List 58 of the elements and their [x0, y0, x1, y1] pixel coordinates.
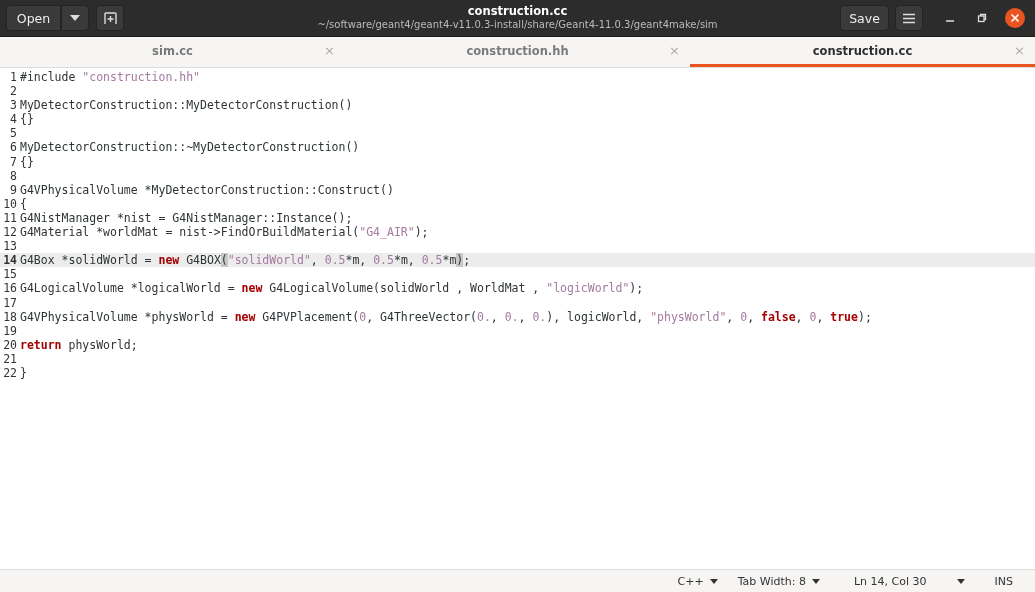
caret-icon — [811, 578, 820, 584]
line-number: 8 — [9, 168, 18, 183]
menu-button[interactable] — [895, 5, 923, 31]
line-number: 1 — [9, 70, 18, 85]
line-number: 14 — [2, 253, 18, 268]
line-number: 20 — [2, 337, 18, 352]
tab[interactable]: construction.cc × — [690, 37, 1035, 67]
code-line: G4Box *solidWorld = new G4BOX("solidWorld", 0.5*m, 0.5*m, 0.5*m); — [20, 253, 471, 268]
code-line: G4VPhysicalVolume *MyDetectorConstruction::Construct() — [20, 182, 394, 197]
code-line: G4NistManager *nist = G4NistManager::Instance(); — [20, 210, 353, 226]
tab-width-selector[interactable]: Tab Width: 8 — [727, 574, 830, 588]
line-number: 5 — [9, 126, 18, 141]
line-number: 16 — [2, 281, 18, 296]
code-line: G4Material *worldMat = nist->FindOrBuildMaterial("G4_AIR"); — [20, 225, 429, 240]
line-number: 13 — [2, 239, 18, 254]
tab[interactable]: construction.hh × — [345, 37, 690, 67]
code-line: MyDetectorConstruction::~MyDetectorConstruction() — [20, 140, 360, 155]
line-number: 7 — [9, 154, 18, 169]
code-line: {} — [20, 112, 34, 127]
cursor-position-selector[interactable]: Ln 14, Col 30 — [843, 574, 975, 588]
file-path: ~/software/geant4/geant4-v11.0.3-install/share/Geant4-11.0.3/geant4make/sim — [317, 18, 718, 31]
line-number: 21 — [2, 351, 18, 366]
restore-icon[interactable] — [977, 13, 987, 23]
code-line: { — [20, 196, 27, 211]
code-line: G4VPhysicalVolume *physWorld = new G4PVPlacement(0, G4ThreeVector(0., 0., 0.), logicWorld, "physWorld", 0, false, 0, true); — [20, 309, 872, 324]
window-title: construction.cc — [467, 5, 568, 18]
open-dropdown-button[interactable] — [61, 5, 89, 31]
tab[interactable]: sim.cc × — [0, 37, 345, 67]
line-number: 9 — [9, 182, 18, 197]
menu-icon — [903, 12, 915, 24]
new-tab-button[interactable] — [96, 5, 124, 31]
line-number: 17 — [2, 295, 18, 310]
line-number: 10 — [2, 196, 18, 211]
caret-icon — [956, 578, 965, 584]
line-number: 18 — [2, 309, 18, 324]
code-line: G4LogicalVolume *logicalWorld = new G4LogicalVolume(solidWorld , WorldMat , "logicWorld"); — [20, 281, 644, 296]
line-number: 4 — [9, 112, 18, 127]
language-selector[interactable]: C++ — [667, 574, 728, 588]
code-line: {} — [20, 154, 34, 169]
line-number: 15 — [2, 267, 18, 282]
insert-mode: INS — [993, 574, 1014, 588]
code-line: return physWorld; — [20, 337, 138, 352]
code-line: #include "construction.hh" — [20, 70, 200, 85]
save-button[interactable]: Save — [840, 5, 889, 31]
open-button[interactable]: Open — [6, 5, 61, 31]
line-number: 19 — [2, 323, 18, 338]
line-number: 2 — [9, 84, 18, 99]
line-number: 12 — [2, 225, 18, 240]
close-icon[interactable] — [1005, 8, 1025, 28]
line-number: 6 — [9, 140, 18, 155]
new-document-icon — [103, 11, 117, 25]
code-line: } — [20, 365, 27, 381]
line-number: 11 — [2, 210, 18, 226]
caret-icon — [70, 15, 80, 21]
line-number: 22 — [2, 365, 18, 381]
code-line: MyDetectorConstruction::MyDetectorConstruction() — [20, 98, 353, 113]
caret-icon — [709, 578, 718, 584]
line-number: 3 — [9, 98, 18, 113]
